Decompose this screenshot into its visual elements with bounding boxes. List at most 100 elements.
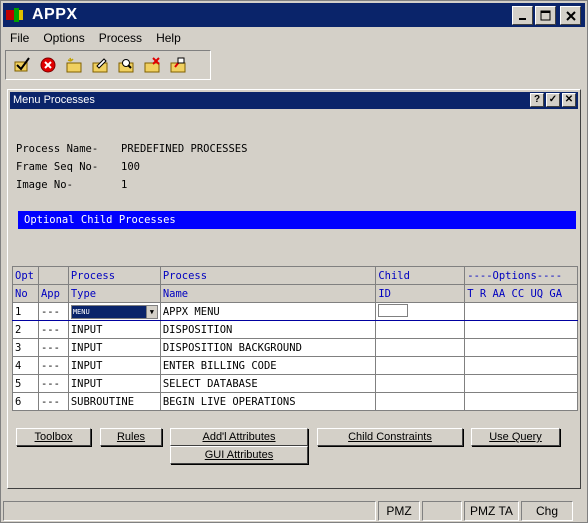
cell-options[interactable] xyxy=(464,320,578,339)
title-bar: APPX xyxy=(3,3,585,27)
cell-name[interactable]: BEGIN LIVE OPERATIONS xyxy=(159,392,377,411)
cell-type[interactable]: INPUT xyxy=(67,320,161,339)
process-name-value: PREDEFINED PROCESSES xyxy=(121,143,248,155)
menu-help[interactable]: Help xyxy=(149,31,188,45)
cell-name[interactable]: DISPOSITION BACKGROUND xyxy=(159,338,377,357)
cell-type[interactable]: SUBROUTINE xyxy=(67,392,161,411)
appx-logo-icon xyxy=(6,7,26,23)
minimize-button[interactable] xyxy=(512,6,533,25)
cell-type[interactable]: INPUT xyxy=(67,338,161,357)
process-name-label: Process Name- xyxy=(16,143,99,155)
header-app-top xyxy=(37,266,69,285)
header-opt: Opt xyxy=(12,266,39,285)
child-id-input[interactable] xyxy=(378,303,409,317)
maximize-button[interactable] xyxy=(535,6,556,25)
header-name: Name xyxy=(159,284,377,303)
cancel-icon[interactable] xyxy=(38,55,58,75)
dialog-title: Menu Processes xyxy=(13,94,95,106)
appx-window: APPX File Options Process Help Menu Proc… xyxy=(0,0,588,523)
copy-icon[interactable] xyxy=(168,55,188,75)
table-row[interactable]: 1 --- MENU ▼ APPX MENU xyxy=(12,302,578,321)
table-header-row: No App Type Name ID T R AA CC UQ GA xyxy=(12,284,578,303)
menu-processes-dialog: Menu Processes ? ✓ ✕ Process Name- PREDEF… xyxy=(7,89,581,489)
cell-options[interactable] xyxy=(464,302,578,321)
menu-bar: File Options Process Help xyxy=(3,29,188,47)
add-attributes-button[interactable]: Add'l Attributes xyxy=(170,428,308,446)
cell-no[interactable]: 3 xyxy=(12,338,39,357)
cell-app[interactable]: --- xyxy=(37,374,69,393)
child-constraints-button[interactable]: Child Constraints xyxy=(317,428,463,446)
cell-child[interactable] xyxy=(375,374,466,393)
header-app: App xyxy=(37,284,69,303)
find-icon[interactable] xyxy=(116,55,136,75)
table-header-row: Opt Process Process Child ----Options---… xyxy=(12,266,578,285)
cell-options[interactable] xyxy=(464,392,578,411)
process-type-dropdown[interactable]: MENU ▼ xyxy=(70,304,158,319)
cell-app[interactable]: --- xyxy=(37,356,69,375)
rules-button[interactable]: Rules xyxy=(100,428,162,446)
status-cell-message xyxy=(3,501,376,521)
cell-no[interactable]: 4 xyxy=(12,356,39,375)
status-cell-blank xyxy=(422,501,462,521)
image-no-label: Image No- xyxy=(16,179,73,191)
cell-app[interactable]: --- xyxy=(37,338,69,357)
cell-no[interactable]: 1 xyxy=(12,302,39,321)
status-cell-app: PMZ TA xyxy=(464,501,519,521)
dialog-close-button[interactable]: ✕ xyxy=(562,93,576,107)
status-cell-user: PMZ xyxy=(378,501,420,521)
table-row[interactable]: 6 --- SUBROUTINE BEGIN LIVE OPERATIONS xyxy=(12,392,578,411)
check-icon[interactable] xyxy=(12,55,32,75)
gui-attributes-button[interactable]: GUI Attributes xyxy=(170,446,308,464)
cell-child[interactable] xyxy=(375,392,466,411)
header-process-name-top: Process xyxy=(159,266,377,285)
minimize-icon xyxy=(518,17,526,20)
header-id: ID xyxy=(375,284,466,303)
table-row[interactable]: 4 --- INPUT ENTER BILLING CODE xyxy=(12,356,578,375)
cell-name[interactable]: DISPOSITION xyxy=(159,320,377,339)
close-button[interactable] xyxy=(560,6,581,25)
dialog-title-bar: Menu Processes ? ✓ ✕ xyxy=(10,92,578,109)
cell-name[interactable]: ENTER BILLING CODE xyxy=(159,356,377,375)
cell-options[interactable] xyxy=(464,356,578,375)
ok-button[interactable]: ✓ xyxy=(546,93,560,107)
frame-seq-row: Frame Seq No- 100 xyxy=(16,161,140,173)
cell-app[interactable]: --- xyxy=(37,392,69,411)
table-row[interactable]: 5 --- INPUT SELECT DATABASE xyxy=(12,374,578,393)
cell-app[interactable]: --- xyxy=(37,302,69,321)
edit-icon[interactable] xyxy=(90,55,110,75)
cell-no[interactable]: 2 xyxy=(12,320,39,339)
cell-child[interactable] xyxy=(375,356,466,375)
delete-icon[interactable] xyxy=(142,55,162,75)
menu-process[interactable]: Process xyxy=(92,31,149,45)
header-type: Type xyxy=(67,284,161,303)
cell-options[interactable] xyxy=(464,338,578,357)
cell-child[interactable] xyxy=(375,302,466,321)
cell-options[interactable] xyxy=(464,374,578,393)
menu-file[interactable]: File xyxy=(3,31,36,45)
table-row[interactable]: 3 --- INPUT DISPOSITION BACKGROUND xyxy=(12,338,578,357)
status-cell-mode: Chg xyxy=(521,501,573,521)
child-process-table: Opt Process Process Child ----Options---… xyxy=(12,266,578,411)
new-icon[interactable] xyxy=(64,55,84,75)
table-row[interactable]: 2 --- INPUT DISPOSITION xyxy=(12,320,578,339)
chevron-down-icon[interactable]: ▼ xyxy=(145,305,157,318)
cell-child[interactable] xyxy=(375,320,466,339)
cell-name[interactable]: SELECT DATABASE xyxy=(159,374,377,393)
cell-name[interactable]: APPX MENU xyxy=(159,302,377,321)
cell-type[interactable]: INPUT xyxy=(67,374,161,393)
header-child-top: Child xyxy=(375,266,466,285)
cell-no[interactable]: 5 xyxy=(12,374,39,393)
menu-options[interactable]: Options xyxy=(36,31,91,45)
cell-no[interactable]: 6 xyxy=(12,392,39,411)
frame-seq-label: Frame Seq No- xyxy=(16,161,99,173)
cell-child[interactable] xyxy=(375,338,466,357)
cell-app[interactable]: --- xyxy=(37,320,69,339)
help-button[interactable]: ? xyxy=(530,93,544,107)
toolbar xyxy=(5,50,211,80)
use-query-button[interactable]: Use Query xyxy=(471,428,560,446)
image-no-row: Image No- 1 xyxy=(16,179,127,191)
toolbox-button[interactable]: Toolbox xyxy=(16,428,91,446)
close-icon xyxy=(565,10,576,21)
cell-type[interactable]: INPUT xyxy=(67,356,161,375)
cell-type[interactable]: MENU ▼ xyxy=(67,302,161,321)
